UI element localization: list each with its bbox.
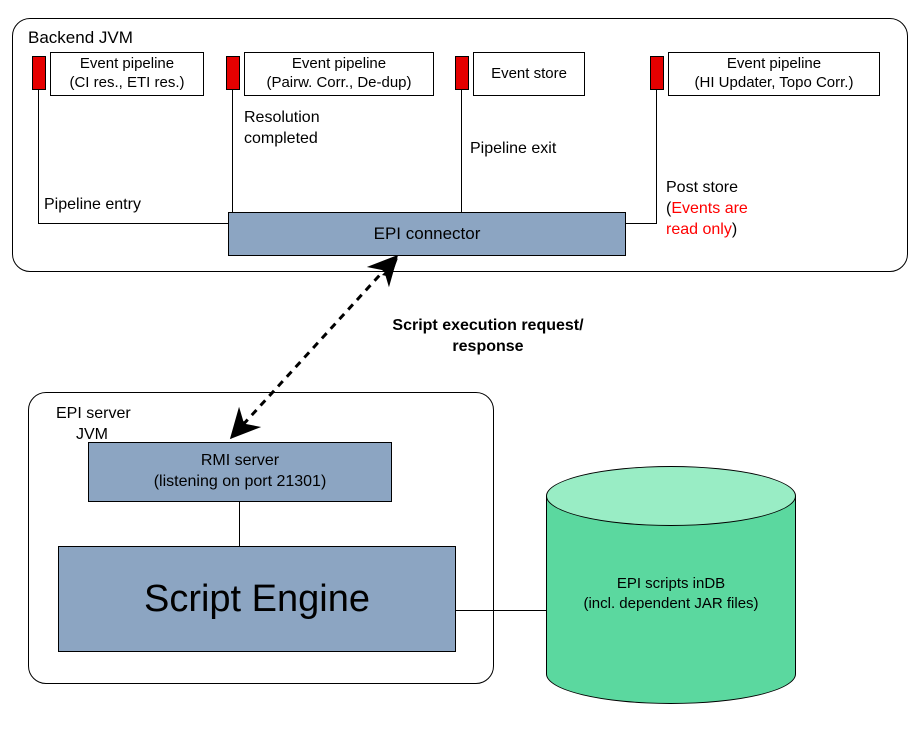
backend-jvm-title: Backend JVM [28, 28, 133, 48]
tap-post-store [650, 56, 664, 90]
rmi-line2: (listening on port 21301) [154, 472, 327, 493]
tap-resolution-completed [226, 56, 240, 90]
script-engine-box: Script Engine [58, 546, 456, 652]
epi-connector-box: EPI connector [228, 212, 626, 256]
rmi-server-box: RMI server (listening on port 21301) [88, 442, 392, 502]
post-store-label: Post store (Events are read only) [666, 178, 748, 240]
script-exec-label: Script execution request/ response [368, 316, 608, 358]
cylinder-top [546, 466, 796, 526]
pipeline-box-2: Event pipeline (Pairw. Corr., De-dup) [244, 52, 434, 96]
db-cylinder: EPI scripts inDB (incl. dependent JAR fi… [546, 466, 796, 704]
pipeline1-line2: (CI res., ETI res.) [69, 74, 184, 93]
conn-line [461, 90, 462, 212]
pipeline2-line2: (Pairw. Corr., De-dup) [266, 74, 411, 93]
conn-line [239, 502, 240, 546]
event-store-box: Event store [473, 52, 585, 96]
pipeline2-line1: Event pipeline [292, 55, 386, 74]
pipeline-box-3: Event pipeline (HI Updater, Topo Corr.) [668, 52, 880, 96]
conn-line [656, 90, 657, 223]
epi-server-title: EPI server JVM [56, 404, 131, 446]
pipeline-box-1: Event pipeline (CI res., ETI res.) [50, 52, 204, 96]
conn-line [38, 223, 228, 224]
pipeline3-line2: (HI Updater, Topo Corr.) [695, 74, 854, 93]
resolution-completed-label: Resolution completed [244, 108, 320, 150]
conn-line [456, 610, 546, 611]
epi-connector-label: EPI connector [374, 224, 481, 244]
rmi-line1: RMI server [201, 451, 279, 472]
event-store-label: Event store [491, 65, 567, 84]
pipeline-entry-label: Pipeline entry [44, 196, 141, 214]
script-engine-label: Script Engine [144, 578, 370, 621]
pipeline3-line1: Event pipeline [727, 55, 821, 74]
pipeline1-line1: Event pipeline [80, 55, 174, 74]
pipeline-exit-label: Pipeline exit [470, 140, 556, 158]
tap-pipeline-entry [32, 56, 46, 90]
conn-line [625, 223, 657, 224]
db-label: EPI scripts inDB (incl. dependent JAR fi… [546, 574, 796, 613]
conn-line [38, 90, 39, 223]
arrowhead-top-icon [378, 255, 402, 279]
tap-pipeline-exit [455, 56, 469, 90]
conn-line [232, 90, 233, 212]
